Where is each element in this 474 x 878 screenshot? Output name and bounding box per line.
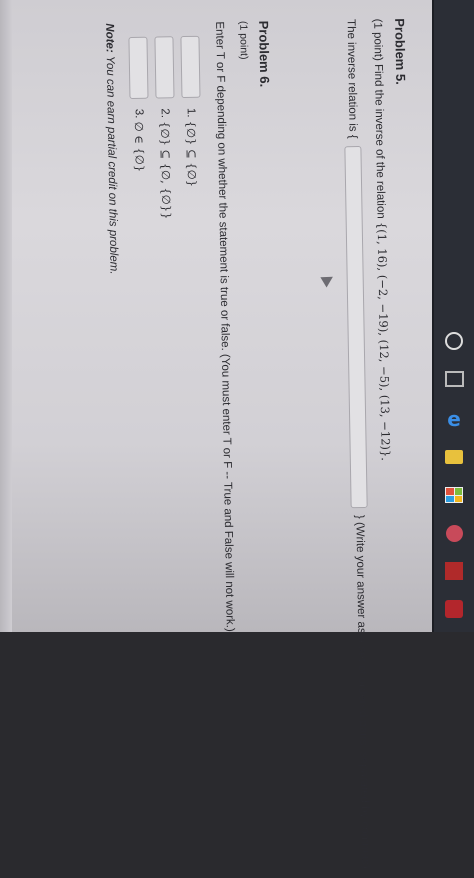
app-red-icon[interactable] — [443, 598, 465, 620]
inverse-relation-input[interactable] — [344, 145, 368, 508]
problem-6-points: (1 point) — [237, 20, 250, 60]
tf-item-2-label: 2. — [159, 108, 172, 119]
tf-item-3-label: 3. — [133, 108, 146, 119]
problem-5-title: Problem 5. — [392, 18, 409, 85]
search-icon[interactable] — [443, 330, 465, 352]
app-n-icon[interactable] — [443, 560, 465, 582]
problem-6-instructions: Enter T or F depending on whether the st… — [213, 21, 236, 632]
answer-prompt-end: } (Write your answer as a set of ordered… — [353, 514, 372, 873]
problem-5-answer-row: The inverse relation is { } (Write your … — [342, 19, 374, 872]
monitor-screen: Problem 5. (1 point) Find the inverse of… — [0, 0, 474, 872]
problem-5-points: (1 point) Find the inverse of the relati… — [371, 18, 387, 219]
edge-icon[interactable]: e — [443, 407, 465, 431]
tf-item-1: 1. {∅} ⊆ {∅} — [180, 35, 202, 188]
tf-input-1[interactable] — [180, 35, 201, 99]
note-label: Note: — [103, 23, 116, 53]
store-icon[interactable] — [443, 484, 465, 506]
tf-item-1-label: 1. — [185, 107, 198, 118]
tf-item-1-statement: {∅} ⊆ {∅} — [184, 120, 200, 188]
mouse-cursor-icon — [320, 271, 336, 288]
answer-prompt-start: The inverse relation is { — [344, 19, 359, 139]
problem-5-question: (1 point) Find the inverse of the relati… — [371, 18, 393, 462]
taskbar: e — [432, 0, 474, 632]
tf-input-3[interactable] — [128, 36, 149, 99]
tf-item-3: 3. ∅ ∈ {∅} — [128, 36, 149, 173]
tf-item-2: 2. {∅} ⊆ {∅, {∅}} — [154, 36, 176, 219]
webwork-page: Problem 5. (1 point) Find the inverse of… — [15, 10, 426, 872]
note-text: You can earn partial credit on this prob… — [103, 55, 120, 275]
file-explorer-icon[interactable] — [443, 446, 465, 468]
problem-5-relation: {(1, 16), (−2, −19), (12, −5), (13, −12)… — [374, 221, 393, 462]
problem-6-note: Note: You can earn partial credit on thi… — [103, 23, 119, 274]
tf-input-2[interactable] — [154, 36, 175, 99]
tf-item-2-statement: {∅} ⊆ {∅, {∅}} — [158, 121, 175, 220]
tf-item-3-statement: ∅ ∈ {∅} — [132, 121, 148, 173]
task-view-icon[interactable] — [443, 368, 465, 390]
app-circle-icon[interactable] — [443, 522, 465, 544]
screen-edge — [0, 0, 12, 632]
problem-6-title: Problem 6. — [256, 20, 273, 88]
